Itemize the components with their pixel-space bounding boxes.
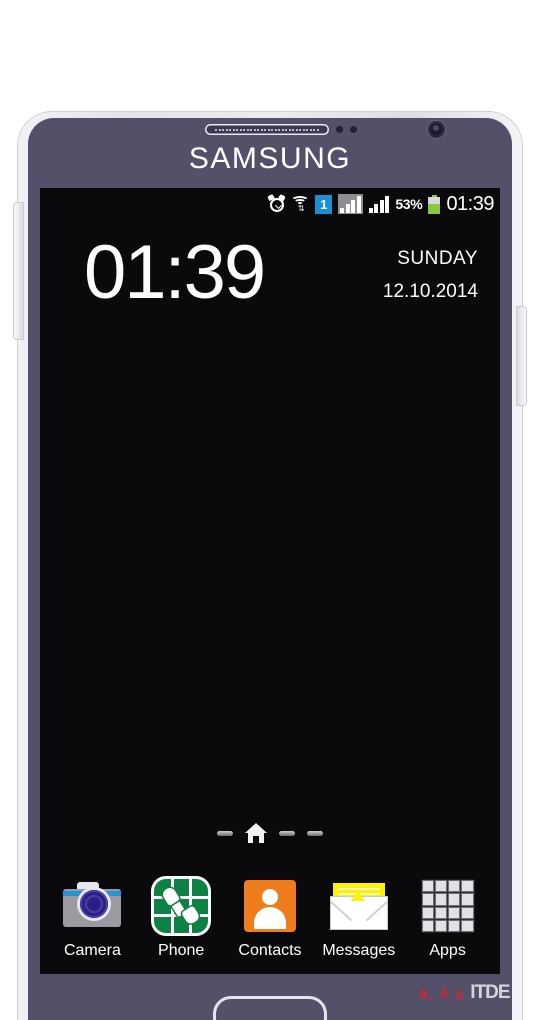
lockscreen-date: 12.10.2014	[382, 281, 478, 302]
messages-icon[interactable]	[330, 877, 388, 935]
page-indicator[interactable]	[40, 823, 500, 843]
lockscreen-date-column: SUNDAY 12.10.2014	[383, 234, 478, 303]
signal-bars-icon-primary	[338, 194, 363, 214]
dock-item-phone[interactable]: Phone	[139, 877, 223, 960]
phone-icon[interactable]	[152, 877, 210, 935]
dock-item-apps[interactable]: Apps	[406, 877, 490, 960]
proximity-sensor	[336, 124, 364, 135]
front-camera	[428, 121, 445, 138]
camera-icon[interactable]	[63, 877, 122, 935]
wifi-icon: ⇅	[291, 195, 310, 213]
lockscreen-time: 01:39	[84, 230, 266, 315]
dock-label-messages: Messages	[322, 942, 396, 959]
watermark-logo: ITDE	[470, 982, 510, 1003]
dock-label-contacts: Contacts	[238, 942, 302, 959]
battery-icon	[428, 194, 441, 214]
volume-button[interactable]	[14, 203, 23, 339]
page-dot-4[interactable]	[307, 830, 323, 836]
watermark-text: ä¸ č ç	[420, 985, 466, 1001]
samsung-brand-logo: SAMSUNG	[188, 142, 352, 175]
lockscreen-day: SUNDAY	[397, 248, 478, 269]
home-icon[interactable]	[245, 823, 267, 843]
contacts-icon[interactable]	[241, 877, 299, 935]
watermark: ä¸ č ç ITDE	[420, 982, 511, 1004]
dock-label-camera: Camera	[63, 942, 121, 959]
signal-bars-icon-secondary	[368, 195, 390, 213]
alarm-clock-icon	[267, 193, 287, 213]
battery-percent-label: 53%	[395, 196, 423, 212]
dock-item-messages[interactable]: Messages	[317, 877, 401, 960]
clock-widget[interactable]: 01:39 SUNDAY 12.10.2014	[40, 234, 500, 312]
dock-label-phone: Phone	[158, 942, 205, 959]
status-bar: ⇅ 1 53% 01:39	[40, 188, 500, 220]
dock-item-contacts[interactable]: Contacts	[228, 877, 312, 960]
dock-label-apps: Apps	[429, 942, 466, 959]
power-button[interactable]	[517, 307, 526, 405]
earpiece-speaker	[205, 124, 329, 135]
screenshot-stage: SAMSUNG ⇅ 1 53% 01:39 01:39 SUNDAY 12.10…	[0, 0, 540, 1020]
apps-grid-icon[interactable]	[419, 877, 477, 935]
sim-slot-badge: 1	[315, 194, 333, 214]
home-hardware-button[interactable]	[213, 996, 327, 1020]
page-dot-3[interactable]	[279, 830, 295, 836]
status-bar-clock: 01:39	[446, 192, 494, 215]
dock-item-camera[interactable]: Camera	[50, 877, 134, 960]
page-dot-1[interactable]	[217, 830, 233, 836]
app-dock: Camera Phone Contacts Messages Apps	[40, 877, 500, 960]
phone-screen[interactable]: ⇅ 1 53% 01:39 01:39 SUNDAY 12.10.2014 Ca…	[40, 188, 500, 974]
